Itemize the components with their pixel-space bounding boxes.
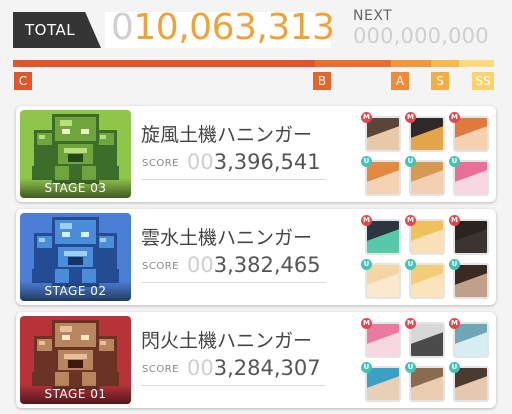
total-score-lead: 0 [111,7,134,48]
rank-ss-label: SS [472,72,494,90]
score-lead: 00 [187,150,214,174]
total-score: 010,063,313 [111,8,335,48]
character-portrait [365,263,401,299]
character-portrait [365,116,401,152]
stage-card-1[interactable]: STAGE 01 閃火土機ハニンガー SCORE 003,284,307 MMM… [16,312,496,408]
main-member-badge: M [361,318,372,329]
team-portraits: M M M U U U [361,112,489,196]
character-portrait [409,116,445,152]
character-portrait [365,322,401,358]
score-value: 003,396,541 [187,150,321,174]
rank-progress-bar [13,60,494,67]
rank-b-label: B [313,72,331,90]
unison-member-badge: U [405,362,416,373]
character-portrait [409,322,445,358]
main-member-badge: M [361,112,372,123]
score-number: 3,382,465 [213,253,321,277]
rank-segment-b [315,60,391,67]
unison-member-badge: U [449,362,460,373]
rank-s-label: S [431,72,449,90]
unison-member-badge: U [405,259,416,270]
rank-c-label: C [14,72,32,90]
stage-label: STAGE 01 [20,384,131,404]
score-underline [141,385,326,386]
main-member-badge: M [361,215,372,226]
rank-segment-a [391,60,431,67]
character-portrait [409,366,445,402]
character-portrait [409,219,445,255]
score-label: SCORE [142,364,179,375]
unison-member-badge: U [361,259,372,270]
stage-label: STAGE 02 [20,281,131,301]
character-portrait [453,219,489,255]
boss-name: 閃火土機ハニンガー [141,330,313,352]
total-label: TOTAL [13,12,101,48]
main-member-badge: M [405,215,416,226]
total-score-value: 10,063,313 [133,7,335,48]
score-number: 3,284,307 [213,356,321,380]
rank-a-label: A [391,72,409,90]
character-portrait [453,366,489,402]
boss-thumbnail: STAGE 02 [20,213,131,301]
main-member-badge: M [449,215,460,226]
unison-member-badge: U [361,362,372,373]
team-portraits: M M M U U U [361,215,489,299]
boss-thumbnail: STAGE 01 [20,316,131,404]
next-label: NEXT [353,8,393,24]
stage-card-3[interactable]: STAGE 03 旋風土機ハニンガー SCORE 003,396,541 MMM… [16,106,496,202]
score-value: 003,382,465 [187,253,321,277]
rank-segment-s [431,60,459,67]
score-lead: 00 [187,253,214,277]
character-portrait [453,322,489,358]
unison-member-badge: U [449,156,460,167]
character-portrait [365,366,401,402]
score-value: 003,284,307 [187,356,321,380]
character-portrait [365,160,401,196]
boss-thumbnail: STAGE 03 [20,110,131,198]
unison-member-badge: U [361,156,372,167]
score-underline [141,282,326,283]
unison-member-badge: U [405,156,416,167]
score-number: 3,396,541 [213,150,321,174]
main-member-badge: M [449,112,460,123]
score-underline [141,179,326,180]
stage-label: STAGE 03 [20,178,131,198]
character-portrait [453,263,489,299]
score-label: SCORE [142,158,179,169]
stage-card-2[interactable]: STAGE 02 雲水土機ハニンガー SCORE 003,382,465 MMM… [16,209,496,305]
character-portrait [409,160,445,196]
character-portrait [453,116,489,152]
team-portraits: M M M U U U [361,318,489,402]
score-label: SCORE [142,261,179,272]
boss-name: 旋風土機ハニンガー [141,124,313,146]
main-member-badge: M [449,318,460,329]
character-portrait [453,160,489,196]
boss-name: 雲水土機ハニンガー [141,227,313,249]
next-score: 000,000,000 [353,24,489,48]
main-member-badge: M [405,318,416,329]
rank-segment-c [13,60,315,67]
main-member-badge: M [405,112,416,123]
character-portrait [365,219,401,255]
unison-member-badge: U [449,259,460,270]
character-portrait [409,263,445,299]
rank-segment-ss [459,60,494,67]
score-lead: 00 [187,356,214,380]
